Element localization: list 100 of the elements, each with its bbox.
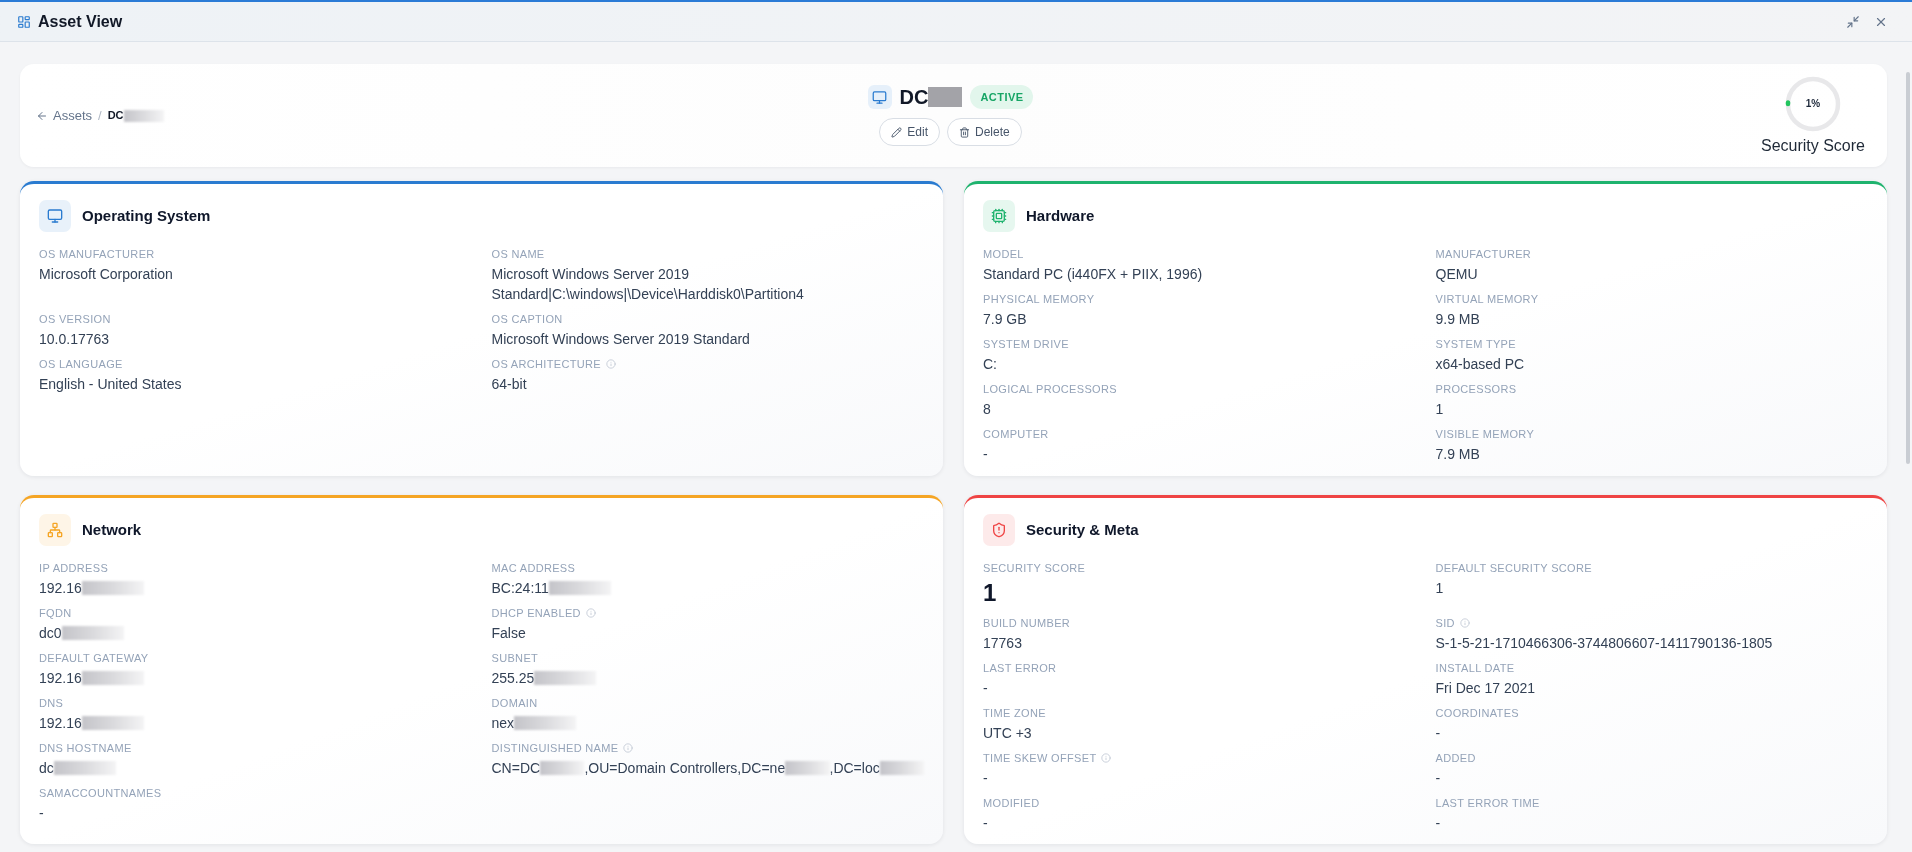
field-value: QEMU (1435, 265, 1478, 284)
back-link[interactable]: Assets (36, 105, 92, 126)
monitor-icon (867, 85, 892, 109)
redaction-blur (785, 761, 830, 775)
delete-button[interactable]: Delete (947, 118, 1022, 147)
field-value: - (983, 445, 988, 464)
field-value: 255.25 (491, 669, 535, 688)
field-value: 10.0.17763 (39, 330, 110, 349)
field-label: VISIBLE MEMORY (1435, 427, 1535, 442)
field-label: MODEL (983, 247, 1024, 262)
status-badge: ACTIVE (970, 84, 1034, 110)
info-icon[interactable] (605, 359, 616, 369)
field-label: SAMACCOUNTNAMES (39, 786, 162, 801)
redaction-blur (540, 761, 585, 775)
card-title: Network (82, 519, 142, 540)
info-icon[interactable] (1459, 618, 1470, 628)
field-label: ADDED (1435, 751, 1476, 766)
field-value: - (1435, 814, 1441, 833)
field-value: - (1435, 724, 1441, 743)
info-icon[interactable] (623, 743, 634, 753)
field-value: False (491, 624, 526, 643)
shield-alert-icon (983, 514, 1015, 546)
field-label: MAC ADDRESS (491, 561, 576, 576)
field-value: 192.16 (39, 714, 82, 733)
field-label: SECURITY SCORE (983, 561, 1086, 576)
field-value: 1 (983, 578, 997, 608)
redaction-blur (879, 761, 924, 775)
field-label: TIME ZONE (983, 706, 1046, 721)
field-label: COMPUTER (983, 427, 1049, 442)
field-label: OS LANGUAGE (39, 357, 123, 372)
field-value: 64-bit (491, 375, 527, 394)
field-label: SYSTEM DRIVE (983, 337, 1069, 352)
field-label: TIME SKEW OFFSET (983, 751, 1097, 766)
info-icon[interactable] (585, 608, 596, 618)
field-label: LOGICAL PROCESSORS (983, 382, 1117, 397)
redaction-blur (514, 716, 577, 730)
field-label: DNS HOSTNAME (39, 741, 132, 756)
field-value: CN=DC (491, 759, 541, 778)
field-value: 7.9 MB (1435, 445, 1480, 464)
field-value: S-1-5-21-1710466306-3744806607-1411790136-1805 (1435, 634, 1773, 653)
field-value: - (983, 814, 988, 833)
field-label: OS VERSION (39, 312, 111, 327)
field-label: COORDINATES (1435, 706, 1519, 721)
card-title: Operating System (82, 205, 211, 226)
field-value: 7.9 GB (983, 310, 1027, 329)
field-value: 17763 (983, 634, 1022, 653)
redaction-blur (61, 626, 124, 640)
breadcrumb-separator: / (98, 106, 102, 125)
asset-name: DC (899, 85, 929, 109)
field-value: 9.9 MB (1435, 310, 1480, 329)
field-label: VIRTUAL MEMORY (1435, 292, 1539, 307)
trash-icon (959, 126, 970, 138)
field-label: OS NAME (491, 247, 545, 262)
redaction-blur (81, 581, 144, 595)
window-title: Asset View (38, 11, 123, 32)
field-label: MODIFIED (983, 796, 1040, 811)
field-value: 192.16 (39, 669, 82, 688)
field-label: SUBNET (491, 651, 539, 666)
field-label: DHCP ENABLED (491, 606, 581, 621)
redaction-blur (81, 716, 144, 730)
field-value: Microsoft Corporation (39, 265, 173, 284)
field-value: 1 (1435, 400, 1444, 419)
field-label: OS ARCHITECTURE (491, 357, 601, 372)
field-label: DEFAULT GATEWAY (39, 651, 149, 666)
field-value: ,DC=loc (829, 759, 880, 778)
field-value: 8 (983, 400, 991, 419)
field-label: DOMAIN (491, 696, 538, 711)
redaction-blur (53, 761, 116, 775)
field-value: 1 (1435, 579, 1444, 598)
edit-button[interactable]: Edit (879, 118, 940, 147)
scrollbar-thumb[interactable] (1906, 72, 1910, 464)
redaction-blur (548, 581, 611, 595)
chip-icon (983, 200, 1015, 232)
field-value: Fri Dec 17 2021 (1435, 679, 1536, 698)
redaction-blur (81, 671, 144, 685)
arrow-left-icon (36, 109, 48, 122)
redaction-blur (123, 109, 164, 122)
field-value: dc (39, 759, 54, 778)
card-title: Hardware (1026, 205, 1095, 226)
minimize-icon[interactable] (1846, 14, 1860, 29)
field-value: nex (491, 714, 515, 733)
gauge-reading: 1% (1804, 97, 1822, 111)
field-value: - (1435, 769, 1441, 788)
breadcrumb-current: DC (107, 108, 124, 124)
gauge-label: Security Score (1760, 135, 1865, 156)
field-label: BUILD NUMBER (983, 616, 1071, 631)
field-label: SYSTEM TYPE (1435, 337, 1516, 352)
field-label: INSTALL DATE (1435, 661, 1515, 676)
field-label: MANUFACTURER (1435, 247, 1532, 262)
field-value: dc0 (39, 624, 62, 643)
field-value: - (39, 804, 44, 823)
field-value: Microsoft Windows Server 2019 Standard|C:\windows|\Device\Harddisk0\Partition4 (491, 265, 805, 304)
info-icon[interactable] (1101, 753, 1112, 763)
field-value: - (983, 679, 988, 698)
field-value: English - United States (39, 375, 182, 394)
field-value: UTC +3 (983, 724, 1032, 743)
network-icon (39, 514, 71, 546)
field-label: OS CAPTION (491, 312, 563, 327)
field-label: LAST ERROR TIME (1435, 796, 1540, 811)
dashboard-icon (17, 14, 31, 29)
